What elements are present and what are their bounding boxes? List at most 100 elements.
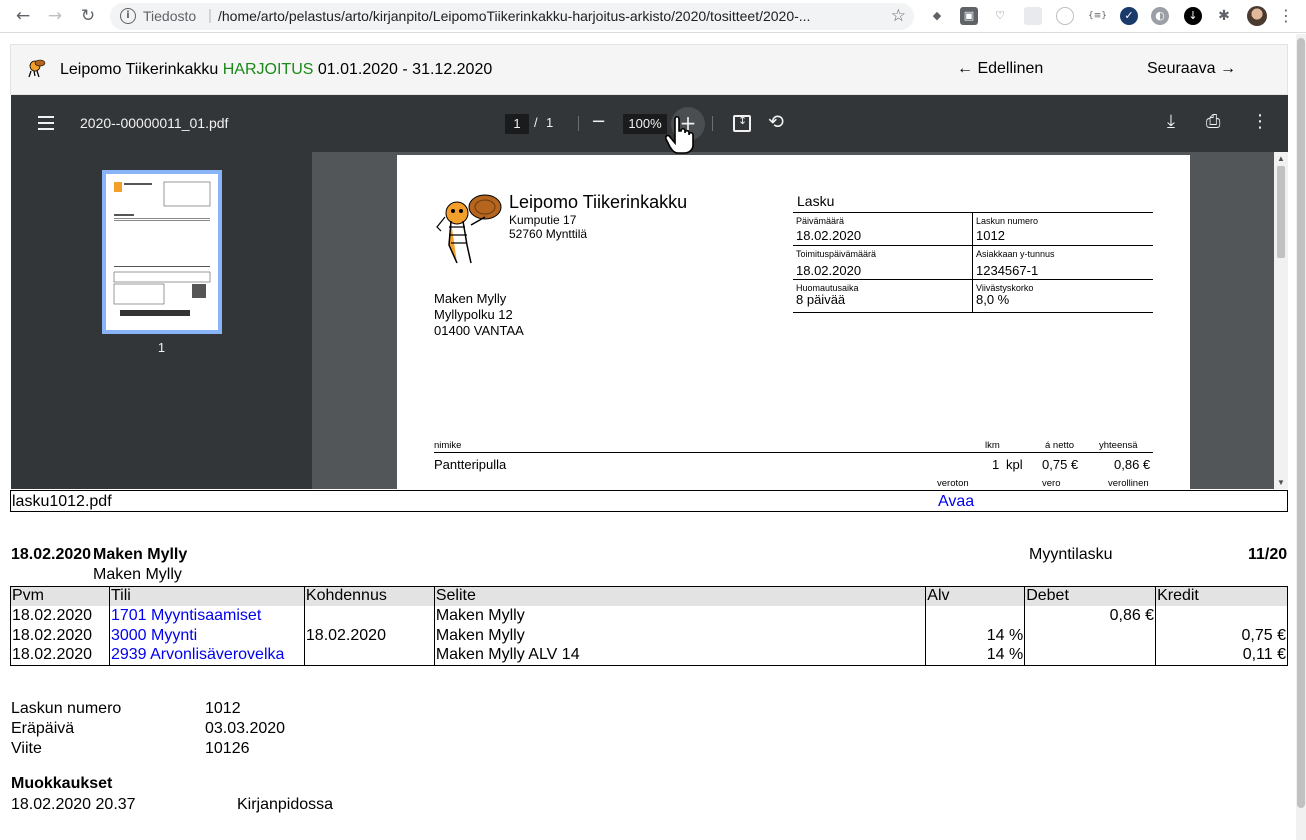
- entry-target: [303, 645, 435, 666]
- page-thumbnail[interactable]: [102, 170, 222, 334]
- download-icon[interactable]: ⤓: [1167, 111, 1175, 132]
- modification-time: 18.02.2020 20.37: [11, 796, 136, 813]
- column-unit-net: á netto: [1045, 440, 1075, 451]
- account-link[interactable]: 1701 Myyntisaamiset: [111, 607, 261, 624]
- info-value: 03.03.2020: [205, 720, 286, 737]
- profile-avatar[interactable]: [1247, 6, 1267, 26]
- open-attachment-link[interactable]: Avaa: [938, 493, 974, 511]
- entry-credit: 0,75 €: [1155, 625, 1288, 646]
- info-label: Eräpäivä: [11, 720, 75, 737]
- table-row: 18.02.2020 1701 Myyntisaamiset Maken Myl…: [10, 605, 1288, 626]
- hand-cursor-icon: [665, 115, 694, 154]
- entry-date: 18.02.2020: [10, 605, 110, 626]
- pdf-page: Leipomo Tiikerinkakku Kumputie 17 52760 …: [397, 155, 1190, 489]
- footer-net: veroton: [937, 478, 969, 489]
- pdf-viewer: 2020--00000011_01.pdf 1 / 1 − 100% + ⟲ ⤓…: [11, 95, 1288, 489]
- pdf-scrollbar[interactable]: ▲ ▼: [1274, 152, 1288, 489]
- customer-name: Maken Mylly: [434, 291, 507, 306]
- company-name: Leipomo Tiikerinkakku: [60, 61, 219, 78]
- scroll-thumb[interactable]: [1277, 166, 1285, 258]
- invoice-company-city: 52760 Mynttilä: [509, 227, 588, 241]
- info-icon[interactable]: i: [120, 8, 136, 24]
- column-header: Tili: [108, 586, 305, 606]
- entry-credit: 0,11 €: [1155, 645, 1288, 666]
- field-value: 18.02.2020: [796, 228, 862, 243]
- info-value: 10126: [205, 740, 250, 757]
- thumbnail-pane: 1: [11, 152, 312, 489]
- info-label: Viite: [11, 740, 42, 757]
- row-unit-net: 0,75 €: [1042, 457, 1079, 472]
- column-total: yhteensä: [1099, 440, 1138, 451]
- pdf-file-title: 2020--00000011_01.pdf: [80, 115, 229, 131]
- page-scroll-thumb[interactable]: [1297, 38, 1305, 808]
- star-icon[interactable]: ☆: [891, 6, 906, 26]
- browser-toolbar: ← → ↻ i Tiedosto | /home/arto/pelastus/a…: [0, 0, 1306, 33]
- page-scrollbar[interactable]: [1296, 34, 1306, 840]
- period-label: 01.01.2020 - 31.12.2020: [317, 61, 493, 78]
- field-label: Toimituspäivämäärä: [796, 249, 877, 259]
- address-bar[interactable]: i Tiedosto | /home/arto/pelastus/arto/ki…: [110, 3, 914, 30]
- more-options-icon[interactable]: ⋮: [1251, 111, 1269, 132]
- invoice-doc-title: Lasku: [797, 193, 835, 209]
- extensions-icon[interactable]: ✱: [1215, 7, 1233, 25]
- account-link[interactable]: 2939 Arvonlisäverovelka: [111, 646, 284, 663]
- entry-description: Maken Mylly: [433, 605, 926, 626]
- fit-page-icon[interactable]: [733, 114, 751, 132]
- rotate-icon[interactable]: ⟲: [768, 111, 784, 133]
- json-extension-icon[interactable]: {≡}: [1088, 7, 1107, 25]
- scroll-down-icon[interactable]: ▼: [1277, 478, 1285, 487]
- row-item: Pantteripulla: [434, 457, 507, 472]
- account-link[interactable]: 3000 Myynti: [111, 627, 197, 644]
- extension-icon[interactable]: [1024, 7, 1042, 25]
- hamburger-menu-icon[interactable]: [38, 116, 54, 130]
- info-value: 1012: [205, 700, 241, 717]
- column-header: Pvm: [10, 586, 110, 606]
- invoice-header-grid: Päivämäärä 18.02.2020 Laskun numero 1012…: [793, 212, 1153, 313]
- attachment-file-name: lasku1012.pdf: [12, 493, 112, 510]
- checkmark-extension-icon[interactable]: ✓: [1120, 7, 1138, 25]
- scheme-separator: |: [208, 7, 212, 24]
- menu-icon[interactable]: ⋮: [1278, 6, 1294, 25]
- url-text[interactable]: /home/arto/pelastus/arto/kirjanpito/Leip…: [218, 8, 883, 24]
- invoice-field: Viivästyskorko 8,0 %: [973, 280, 1153, 313]
- info-label: Laskun numero: [11, 700, 122, 717]
- zoom-level-input[interactable]: 100%: [623, 114, 667, 134]
- thumbnail-page-number: 1: [157, 340, 166, 355]
- dropbox-extension-icon[interactable]: ◆: [928, 7, 946, 25]
- page-total: 1: [546, 115, 554, 130]
- download-extension-icon[interactable]: ↓: [1184, 7, 1202, 25]
- row-unit: kpl: [1006, 457, 1023, 472]
- scroll-up-icon[interactable]: ▲: [1277, 154, 1285, 163]
- zoom-out-icon[interactable]: −: [591, 111, 606, 132]
- field-label: Päivämäärä: [796, 216, 845, 226]
- row-divider: [434, 452, 1153, 453]
- previous-link[interactable]: ← Edellinen: [957, 60, 1043, 78]
- forward-icon[interactable]: →: [44, 5, 66, 27]
- entry-debit: 0,86 €: [1024, 605, 1156, 626]
- print-icon[interactable]: ⎙: [1206, 111, 1220, 132]
- entry-description: Maken Mylly ALV 14: [433, 645, 926, 666]
- field-value: 8,0 %: [976, 292, 1010, 307]
- extension-icon[interactable]: ◐: [1151, 7, 1169, 25]
- entry-vat: 14 %: [925, 645, 1025, 666]
- invoice-field: Toimituspäivämäärä 18.02.2020: [793, 246, 973, 280]
- invoice-field: Asiakkaan y-tunnus 1234567-1: [973, 246, 1153, 280]
- column-item: nimike: [434, 440, 462, 451]
- entries-table: Pvm Tili Kohdennus Selite Alv Debet Kred…: [10, 586, 1288, 666]
- toolbar-divider: [578, 116, 579, 131]
- page-number-input[interactable]: 1: [505, 114, 529, 134]
- next-link[interactable]: Seuraava →: [1147, 60, 1236, 78]
- extension-icon[interactable]: [1056, 7, 1074, 25]
- entry-debit: [1024, 625, 1156, 646]
- entry-date: 18.02.2020: [10, 625, 110, 646]
- reload-icon[interactable]: ↻: [77, 5, 99, 27]
- field-label: Laskun numero: [976, 216, 1039, 226]
- tiger-logo: [28, 59, 46, 78]
- pocket-extension-icon[interactable]: ♡: [991, 7, 1009, 25]
- row-qty: 1: [992, 457, 1000, 472]
- column-header: Kohdennus: [303, 586, 435, 606]
- back-icon[interactable]: ←: [12, 5, 34, 27]
- invoice-field: Huomautusaika 8 päivää: [793, 280, 973, 313]
- page-separator: /: [534, 115, 538, 130]
- extension-icon[interactable]: ▣: [960, 7, 978, 25]
